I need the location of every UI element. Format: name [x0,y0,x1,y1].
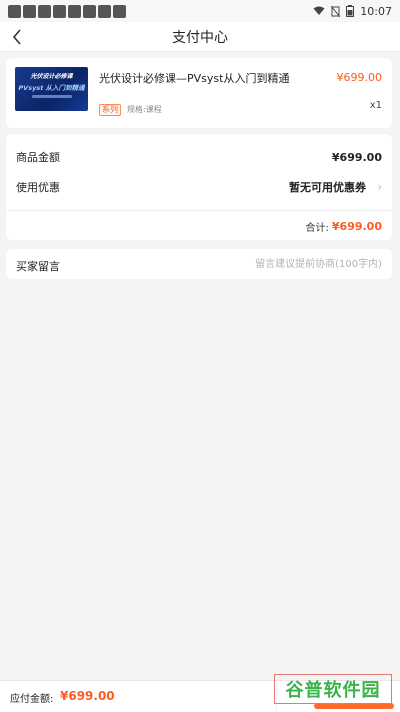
thumb-bar [31,95,72,98]
pay-amount-label: 应付金额: [10,694,54,705]
wifi-icon [313,6,325,15]
series-tag: 系列 [99,104,121,116]
product-card: 光伏设计必修课 PVsyst 从入门到精通 光伏设计必修课—PVsyst从入门到… [6,58,392,128]
status-right: 10:07 [313,5,392,18]
discount-value: 暂无可用优惠券 [289,181,366,194]
divider [6,210,392,211]
chevron-right-icon: › [377,180,382,194]
discount-label: 使用优惠 [16,181,60,194]
discount-row[interactable]: 使用优惠 暂无可用优惠券 › [16,179,382,195]
chevron-left-icon [12,29,21,45]
product-price: ¥699.00 [336,71,383,84]
battery-icon [346,5,355,17]
status-time: 10:07 [360,4,392,18]
message-input[interactable] [182,255,382,273]
watermark-text: 谷普软件园 [285,680,381,701]
message-card: 买家留言 [6,249,392,279]
total-value: ¥699.00 [331,220,382,233]
product-quantity: x1 [369,100,382,111]
total-label: 合计: [305,223,329,234]
product-thumbnail: 光伏设计必修课 PVsyst 从入门到精通 [15,67,88,111]
thumb-title: 光伏设计必修课 [30,73,73,80]
watermark: 谷普软件园 [274,674,392,704]
nav-bar: 支付中心 [0,22,400,52]
product-spec: 规格:课程 [127,105,162,114]
summary-card: 商品金额 ¥699.00 使用优惠 暂无可用优惠券 › 合计: ¥699.00 [6,134,392,240]
total-row: 合计: ¥699.00 [16,219,382,234]
status-bar: 10:07 [0,0,400,22]
page-title: 支付中心 [172,29,228,46]
pay-amount-value: ¥699.00 [60,689,115,703]
back-button[interactable] [6,26,28,48]
notification-icons [8,4,126,18]
product-title: 光伏设计必修课—PVsyst从入门到精通 [99,72,290,85]
amount-row: 商品金额 ¥699.00 [16,149,382,165]
no-sim-icon [331,5,341,17]
message-label: 买家留言 [16,260,60,273]
thumb-subtitle: PVsyst 从入门到精通 [18,84,85,92]
amount-value: ¥699.00 [331,150,382,164]
amount-label: 商品金额 [16,151,60,164]
